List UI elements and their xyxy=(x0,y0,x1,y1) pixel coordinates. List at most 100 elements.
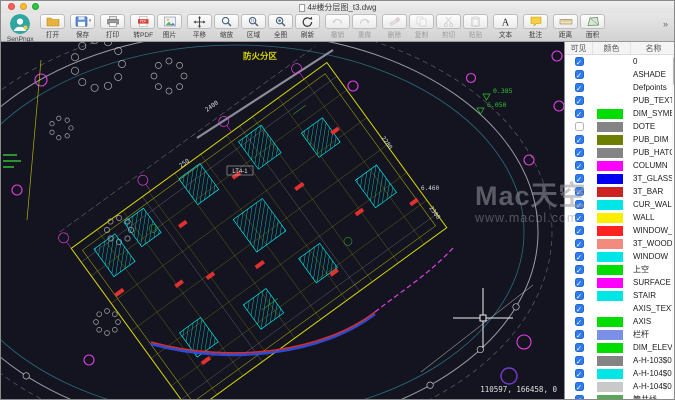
layer-row[interactable]: ✓ A-H-103$0$... xyxy=(565,354,674,367)
layer-visibility-checkbox[interactable]: ✓ xyxy=(574,369,584,379)
layer-visibility-checkbox[interactable]: ✓ xyxy=(574,174,584,184)
layer-color-swatch[interactable] xyxy=(597,173,623,184)
layer-visibility-checkbox[interactable]: ✓ xyxy=(574,265,584,275)
layer-row[interactable]: ✓ WINDOW_TE... xyxy=(565,224,674,237)
toolbar-button-save[interactable]: ▾ xyxy=(70,14,96,29)
layer-visibility-checkbox[interactable]: ✓ xyxy=(574,83,584,93)
layer-visibility-checkbox[interactable]: ✓ xyxy=(574,226,584,236)
user-account[interactable]: SenPngx xyxy=(5,14,35,44)
layer-visibility-checkbox[interactable]: ✓ xyxy=(574,70,584,80)
fullscreen-button[interactable] xyxy=(32,3,39,10)
layer-visibility-checkbox[interactable]: ✓ xyxy=(574,213,584,223)
layer-color-swatch[interactable] xyxy=(597,251,623,262)
layer-row[interactable]: ✓ A-H-104$0$... xyxy=(565,380,674,393)
layer-color-swatch[interactable] xyxy=(597,290,623,301)
toolbar-button-print[interactable] xyxy=(100,14,126,29)
layer-row[interactable]: ✓ PUB_HATCH xyxy=(565,146,674,159)
layer-visibility-checkbox[interactable]: ✓ xyxy=(574,291,584,301)
layer-visibility-checkbox[interactable]: ✓ xyxy=(574,109,584,119)
layer-row[interactable]: ✓ DIM_SYMB xyxy=(565,107,674,120)
layer-visibility-checkbox[interactable]: ✓ xyxy=(574,304,584,314)
layer-row[interactable]: DOTE xyxy=(565,120,674,133)
toolbar-button-image[interactable] xyxy=(157,14,183,29)
layer-row[interactable]: ✓ A-H-104$0$... xyxy=(565,367,674,380)
toolbar-button-note[interactable] xyxy=(523,14,549,29)
layer-visibility-checkbox[interactable]: ✓ xyxy=(574,200,584,210)
layer-color-swatch[interactable] xyxy=(597,394,623,399)
layer-color-swatch[interactable] xyxy=(597,199,623,210)
layer-row[interactable]: ✓ DIM_ELEV xyxy=(565,341,674,354)
layer-color-swatch[interactable] xyxy=(597,264,623,275)
layer-row[interactable]: ✓ 栏杆 xyxy=(565,328,674,341)
layer-row[interactable]: ✓ 3T_BAR xyxy=(565,185,674,198)
layer-visibility-checkbox[interactable]: ✓ xyxy=(574,148,584,158)
layer-row[interactable]: ✓ WALL xyxy=(565,211,674,224)
layer-visibility-checkbox[interactable]: ✓ xyxy=(574,317,584,327)
layer-visibility-checkbox[interactable]: ✓ xyxy=(574,382,584,392)
close-button[interactable] xyxy=(8,3,15,10)
toolbar-button-open[interactable] xyxy=(40,14,66,29)
layer-visibility-checkbox[interactable]: ✓ xyxy=(574,135,584,145)
toolbar-button-pan[interactable] xyxy=(187,14,213,29)
layer-row[interactable]: ✓ AXIS xyxy=(565,315,674,328)
layer-color-swatch[interactable] xyxy=(597,69,623,80)
layer-color-swatch[interactable] xyxy=(597,82,623,93)
layer-visibility-checkbox[interactable]: ✓ xyxy=(574,161,584,171)
toolbar-button-pdf[interactable]: PDF xyxy=(130,14,156,29)
layer-row[interactable]: ✓ PUB_TEXT xyxy=(565,94,674,107)
layer-row[interactable]: ✓ CUR_WALL xyxy=(565,198,674,211)
toolbar-overflow-button[interactable]: » xyxy=(663,19,668,29)
toolbar-button-area[interactable] xyxy=(580,14,606,29)
layer-color-swatch[interactable] xyxy=(597,238,623,249)
layer-color-swatch[interactable] xyxy=(597,355,623,366)
layer-color-swatch[interactable] xyxy=(597,212,623,223)
drawing-canvas[interactable]: 0.385 6.050 防火分区 LT4-1 2400 250 2280 2300 6.… xyxy=(1,19,565,399)
layer-color-swatch[interactable] xyxy=(597,303,623,314)
layer-color-swatch[interactable] xyxy=(597,160,623,171)
layer-row[interactable]: ✓ 管井线 xyxy=(565,393,674,399)
layer-row[interactable]: ✓ 3T_WOOD xyxy=(565,237,674,250)
layer-visibility-checkbox[interactable]: ✓ xyxy=(574,57,584,67)
layer-visibility-checkbox[interactable]: ✓ xyxy=(574,96,584,106)
minimize-button[interactable] xyxy=(20,3,27,10)
layer-visibility-checkbox[interactable]: ✓ xyxy=(574,343,584,353)
layer-visibility-checkbox[interactable]: ✓ xyxy=(574,252,584,262)
layer-row[interactable]: ✓ 上空 xyxy=(565,263,674,276)
layer-color-swatch[interactable] xyxy=(597,329,623,340)
layer-color-swatch[interactable] xyxy=(597,186,623,197)
layer-row[interactable]: ✓ 3T_GLASS xyxy=(565,172,674,185)
layer-row[interactable]: ✓ Defpoints xyxy=(565,81,674,94)
layer-visibility-checkbox[interactable]: ✓ xyxy=(574,278,584,288)
layer-color-swatch[interactable] xyxy=(597,368,623,379)
layer-row[interactable]: ✓ AXIS_TEXT xyxy=(565,302,674,315)
layer-color-swatch[interactable] xyxy=(597,316,623,327)
layer-color-swatch[interactable] xyxy=(597,277,623,288)
layer-row[interactable]: ✓ 0 xyxy=(565,55,674,68)
layer-color-swatch[interactable] xyxy=(597,147,623,158)
layer-visibility-checkbox[interactable]: ✓ xyxy=(574,356,584,366)
layer-color-swatch[interactable] xyxy=(597,342,623,353)
toolbar-button-fit[interactable] xyxy=(268,14,294,29)
layer-visibility-checkbox[interactable]: ✓ xyxy=(574,330,584,340)
toolbar-button-distance[interactable] xyxy=(553,14,579,29)
layer-color-swatch[interactable] xyxy=(597,121,623,132)
layer-row[interactable]: ✓ ASHADE xyxy=(565,68,674,81)
layer-row[interactable]: ✓ STAIR xyxy=(565,289,674,302)
layer-visibility-checkbox[interactable]: ✓ xyxy=(574,187,584,197)
toolbar-button-refresh[interactable] xyxy=(295,14,321,29)
layer-color-swatch[interactable] xyxy=(597,56,623,67)
toolbar-button-zoom[interactable] xyxy=(214,14,240,29)
toolbar-button-text[interactable]: A xyxy=(493,14,519,29)
layer-color-swatch[interactable] xyxy=(597,381,623,392)
toolbar-button-region[interactable] xyxy=(241,14,267,29)
layer-row[interactable]: ✓ PUB_DIM xyxy=(565,133,674,146)
layer-visibility-checkbox[interactable]: ✓ xyxy=(574,395,584,399)
layer-row[interactable]: ✓ SURFACE xyxy=(565,276,674,289)
layer-visibility-checkbox[interactable]: ✓ xyxy=(574,239,584,249)
layer-visibility-checkbox[interactable] xyxy=(574,122,584,131)
layer-row[interactable]: ✓ WINDOW xyxy=(565,250,674,263)
layer-color-swatch[interactable] xyxy=(597,134,623,145)
layer-row[interactable]: ✓ COLUMN xyxy=(565,159,674,172)
layer-color-swatch[interactable] xyxy=(597,225,623,236)
layer-color-swatch[interactable] xyxy=(597,108,623,119)
